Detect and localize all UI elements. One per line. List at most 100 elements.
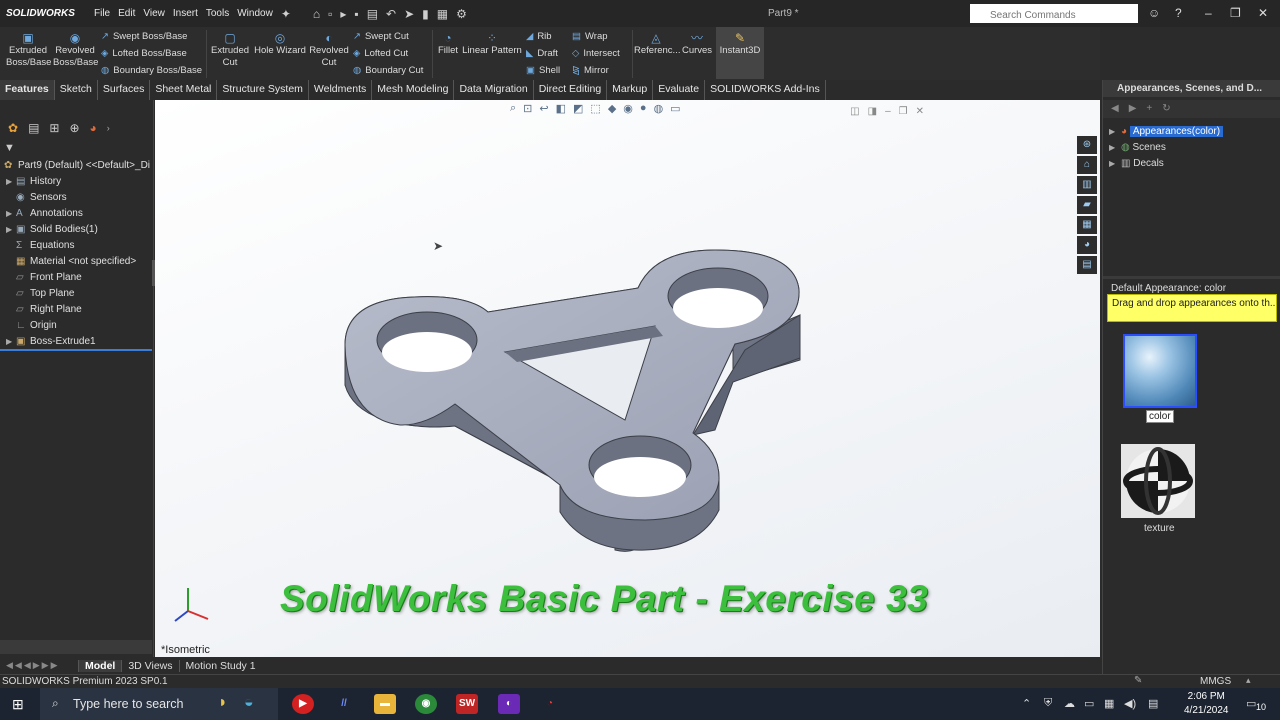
fillet-button[interactable]: ◔ Fillet [434, 31, 462, 57]
refresh-icon[interactable]: ↻ [1162, 103, 1180, 114]
file-properties-icon[interactable]: ▦ [433, 7, 452, 21]
system-clock[interactable]: 2:06 PM 4/21/2024 [1184, 690, 1229, 718]
media-player-app-icon[interactable]: ▶ [292, 694, 314, 714]
menu-insert[interactable]: Insert [169, 8, 202, 19]
extruded-boss-button[interactable]: ▣ Extruded Boss/Base [6, 31, 51, 69]
tree-item-decals[interactable]: ▶ ▥ Decals [1109, 156, 1223, 172]
solidworks-resources-icon[interactable]: ⊛ [1077, 136, 1097, 154]
taskbar-search-box[interactable]: ⌕ Type here to search ◗ ◒ [40, 688, 278, 720]
expand-arrow-icon[interactable]: ▶ [6, 222, 16, 238]
network-icon[interactable]: ▦ [1104, 697, 1114, 710]
lofted-cut-button[interactable]: ◈ Lofted Cut [353, 48, 408, 59]
print-icon[interactable]: ▤ [363, 7, 382, 21]
pin-icon[interactable]: ✦ [277, 7, 295, 21]
menu-file[interactable]: File [90, 8, 114, 19]
tab-addins[interactable]: SOLIDWORKS Add-Ins [705, 80, 826, 100]
chrome-app-icon[interactable]: ◉ [415, 694, 437, 714]
windows-start-icon[interactable]: ⊞ [12, 696, 24, 713]
tab-model[interactable]: Model [78, 659, 122, 672]
tab-direct-editing[interactable]: Direct Editing [533, 80, 608, 100]
expand-arrow-icon[interactable]: ▶ [6, 206, 16, 222]
tab-structure-system[interactable]: Structure System [217, 80, 309, 100]
tree-item-top-plane[interactable]: ▱ Top Plane [0, 286, 152, 302]
rollback-bar[interactable] [0, 349, 152, 351]
expand-arrow-icon[interactable]: ▶ [1109, 124, 1121, 140]
tree-item-material[interactable]: ▦ Material <not specified> [0, 254, 152, 270]
tree-item-sensors[interactable]: ◉ Sensors [0, 190, 152, 206]
color-appearance-swatch[interactable] [1123, 334, 1197, 408]
shell-button[interactable]: ▣ Shell [526, 65, 560, 76]
lofted-boss-button[interactable]: ◈ Lofted Boss/Base [101, 48, 187, 59]
save-icon[interactable]: ▪ [350, 7, 362, 21]
forward-icon[interactable]: ▶ [1129, 103, 1147, 114]
tab-surfaces[interactable]: Surfaces [97, 80, 151, 100]
3d-part-model[interactable] [155, 100, 1100, 657]
open-icon[interactable]: ▸ [336, 7, 350, 21]
boundary-boss-button[interactable]: ◍ Boundary Boss/Base [101, 65, 202, 76]
volume-icon[interactable]: ◀) [1124, 697, 1136, 710]
instant3d-button[interactable]: ✎ Instant3D [716, 27, 764, 79]
texture-appearance-swatch[interactable] [1121, 444, 1195, 518]
clock-app-icon[interactable]: ◔ [539, 694, 561, 714]
tab-markup[interactable]: Markup [607, 80, 654, 100]
custom-properties-icon[interactable]: ▤ [1077, 256, 1097, 274]
file-explorer-app-icon[interactable]: ▬ [374, 694, 396, 714]
tree-item-equations[interactable]: Σ Equations [0, 238, 152, 254]
back-icon[interactable]: ◀ [1111, 103, 1129, 114]
rebuild-icon[interactable]: ▮ [418, 7, 433, 21]
tab-navigation-arrows[interactable]: ◀◀◀▶▶▶ [0, 660, 78, 671]
menu-edit[interactable]: Edit [114, 8, 139, 19]
tab-features[interactable]: Features [0, 80, 55, 100]
search-commands-input[interactable] [970, 4, 1138, 23]
file-explorer-icon[interactable]: ▰ [1077, 196, 1097, 214]
menu-view[interactable]: View [139, 8, 169, 19]
revolved-cut-button[interactable]: ◐ Revolved Cut [307, 31, 351, 69]
solidworks-logo[interactable]: SOLIDWORKS [0, 8, 90, 19]
notification-center-icon[interactable]: ▭ [1246, 697, 1256, 710]
language-icon[interactable]: ▤ [1148, 697, 1158, 710]
tree-item-origin[interactable]: ∟ Origin [0, 318, 152, 334]
add-file-location-icon[interactable]: + [1146, 103, 1162, 114]
configuration-manager-icon[interactable]: ⊞ [49, 121, 59, 135]
pane-splitter[interactable] [1103, 276, 1280, 279]
extruded-cut-button[interactable]: ▢ Extruded Cut [208, 31, 252, 69]
panel-horizontal-scrollbar[interactable] [0, 640, 152, 654]
home-tab-icon[interactable]: ⌂ [1077, 156, 1097, 174]
tab-evaluate[interactable]: Evaluate [653, 80, 706, 100]
tab-mesh-modeling[interactable]: Mesh Modeling [372, 80, 455, 100]
options-gear-icon[interactable]: ⚙ [452, 7, 471, 21]
swept-boss-button[interactable]: ↗ Swept Boss/Base [101, 31, 187, 42]
hole-wizard-button[interactable]: ◎ Hole Wizard [252, 31, 308, 57]
expand-arrow-icon[interactable]: ▶ [6, 334, 16, 350]
user-icon[interactable]: ☺ [1148, 6, 1160, 20]
display-manager-icon[interactable]: ◕ [90, 121, 97, 135]
onedrive-cloud-icon[interactable]: ☁ [1064, 697, 1075, 710]
recorder-app-icon[interactable]: ◐ [498, 694, 520, 714]
swept-cut-button[interactable]: ↗ Swept Cut [353, 31, 409, 42]
tree-item-solid-bodies[interactable]: ▶ ▣ Solid Bodies(1) [0, 222, 152, 238]
tree-root-part[interactable]: ✿ Part9 (Default) <<Default>_Di [0, 158, 152, 174]
new-document-icon[interactable]: ▫ [324, 7, 336, 21]
tab-sketch[interactable]: Sketch [54, 80, 98, 100]
tab-data-migration[interactable]: Data Migration [454, 80, 534, 100]
tree-item-history[interactable]: ▶ ▤ History [0, 174, 152, 190]
expand-arrow-icon[interactable]: ▶ [6, 174, 16, 190]
draft-button[interactable]: ◣ Draft [526, 48, 558, 59]
intersect-button[interactable]: ◇ Intersect [572, 48, 620, 59]
battery-icon[interactable]: ▭ [1084, 697, 1094, 710]
filter-icon[interactable]: ▼ [4, 142, 15, 154]
design-library-icon[interactable]: ▥ [1077, 176, 1097, 194]
select-pointer-icon[interactable]: ➤ [400, 7, 418, 21]
dimxpert-icon[interactable]: ⊕ [69, 121, 79, 135]
appearances-scenes-icon[interactable]: ◕ [1077, 236, 1097, 254]
wrap-button[interactable]: ▤ Wrap [572, 31, 608, 42]
undo-icon[interactable]: ↶ [382, 7, 400, 21]
unit-system-selector[interactable]: MMGS [1200, 676, 1231, 687]
rib-button[interactable]: ◢ Rib [526, 31, 552, 42]
tab-motion-study[interactable]: Motion Study 1 [178, 659, 262, 672]
visual-studio-app-icon[interactable]: // [333, 694, 355, 714]
security-icon[interactable]: ⛨ [1044, 697, 1052, 710]
expand-arrow-icon[interactable]: ▶ [1109, 156, 1121, 172]
restore-icon[interactable]: ❐ [1230, 6, 1241, 20]
linear-pattern-button[interactable]: ⁘ Linear Pattern [462, 31, 522, 57]
